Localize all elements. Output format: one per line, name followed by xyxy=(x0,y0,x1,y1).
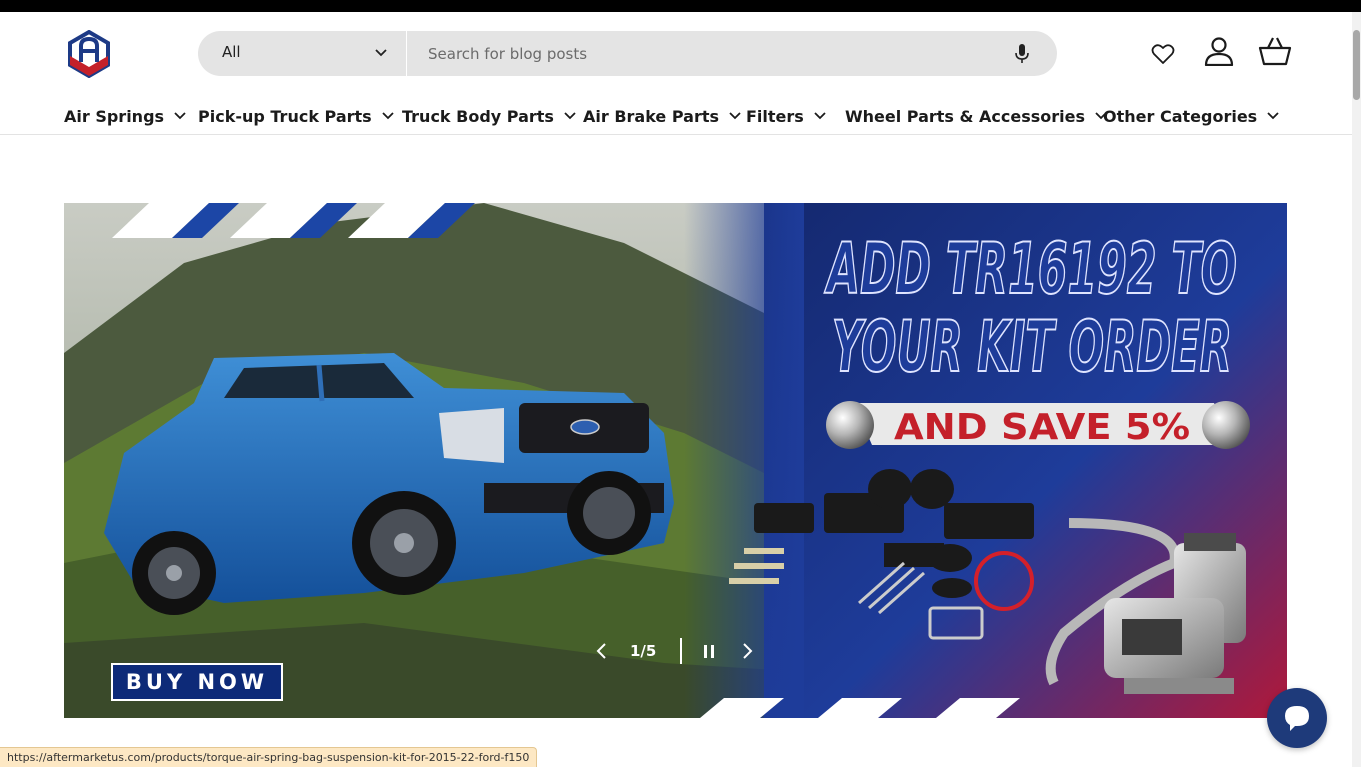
chevron-down-icon xyxy=(174,112,186,120)
scrollbar-thumb[interactable] xyxy=(1353,30,1360,100)
chevron-left-icon[interactable] xyxy=(591,640,613,662)
site-header: All Air Springs Pick-up Truck Parts Tr xyxy=(0,12,1352,135)
chevron-right-icon[interactable] xyxy=(736,640,758,662)
account-icon[interactable] xyxy=(1204,36,1234,66)
nav-item-filters[interactable]: Filters xyxy=(746,103,827,129)
nav-item-air-brake-parts[interactable]: Air Brake Parts xyxy=(583,103,742,129)
chevron-down-icon xyxy=(382,112,394,120)
nav-item-label: Air Brake Parts xyxy=(583,106,719,126)
hero-slideshow[interactable]: ADD TR16192 TO YOUR KIT ORDER AND SAVE 5… xyxy=(64,203,1287,718)
heart-icon[interactable] xyxy=(1151,43,1175,65)
buy-now-button[interactable]: BUY NOW xyxy=(111,663,283,701)
search-category-label: All xyxy=(222,43,241,61)
controls-divider xyxy=(680,638,682,664)
slideshow-controls: 1/5 xyxy=(591,633,761,669)
chevron-down-icon xyxy=(814,112,826,120)
nav-item-label: Air Springs xyxy=(64,106,165,126)
main-navigation: Air Springs Pick-up Truck Parts Truck Bo… xyxy=(0,103,1352,133)
nav-item-air-springs[interactable]: Air Springs xyxy=(64,103,187,129)
chevron-down-icon xyxy=(1267,112,1279,120)
chat-bubble-icon xyxy=(1285,706,1309,731)
nav-item-wheel-parts[interactable]: Wheel Parts & Accessories xyxy=(845,103,1108,129)
nav-item-label: Filters xyxy=(746,106,804,126)
microphone-icon[interactable] xyxy=(1012,43,1032,65)
basket-icon[interactable] xyxy=(1258,36,1292,66)
search-input[interactable] xyxy=(408,31,998,76)
nav-item-truck-body-parts[interactable]: Truck Body Parts xyxy=(402,103,577,129)
nav-item-label: Truck Body Parts xyxy=(402,106,554,126)
pause-icon[interactable] xyxy=(698,640,720,662)
hero-promo-text: AND SAVE 5% xyxy=(894,407,1190,448)
nav-item-label: Other Categories xyxy=(1103,106,1258,126)
nav-item-label: Pick-up Truck Parts xyxy=(198,106,372,126)
chevron-down-icon xyxy=(564,112,576,120)
search-bar: All xyxy=(198,31,1057,76)
browser-top-strip xyxy=(0,0,1361,12)
slide-counter: 1/5 xyxy=(630,642,657,660)
chevron-down-icon xyxy=(729,112,741,120)
nav-item-other-categories[interactable]: Other Categories xyxy=(1103,103,1280,129)
browser-status-url: https://aftermarketus.com/products/torqu… xyxy=(0,747,538,767)
nav-item-pickup-truck-parts[interactable]: Pick-up Truck Parts xyxy=(198,103,395,129)
search-category-select[interactable]: All xyxy=(198,31,407,76)
chevron-down-icon xyxy=(375,49,387,57)
hero-headline-line2: YOUR KIT ORDER xyxy=(832,306,1232,388)
hero-headline-line1: ADD TR16192 TO xyxy=(824,228,1237,310)
chat-launcher-button[interactable] xyxy=(1267,688,1327,748)
brand-logo[interactable] xyxy=(66,30,112,78)
page-scrollbar[interactable] xyxy=(1352,12,1361,767)
nav-item-label: Wheel Parts & Accessories xyxy=(845,106,1086,126)
